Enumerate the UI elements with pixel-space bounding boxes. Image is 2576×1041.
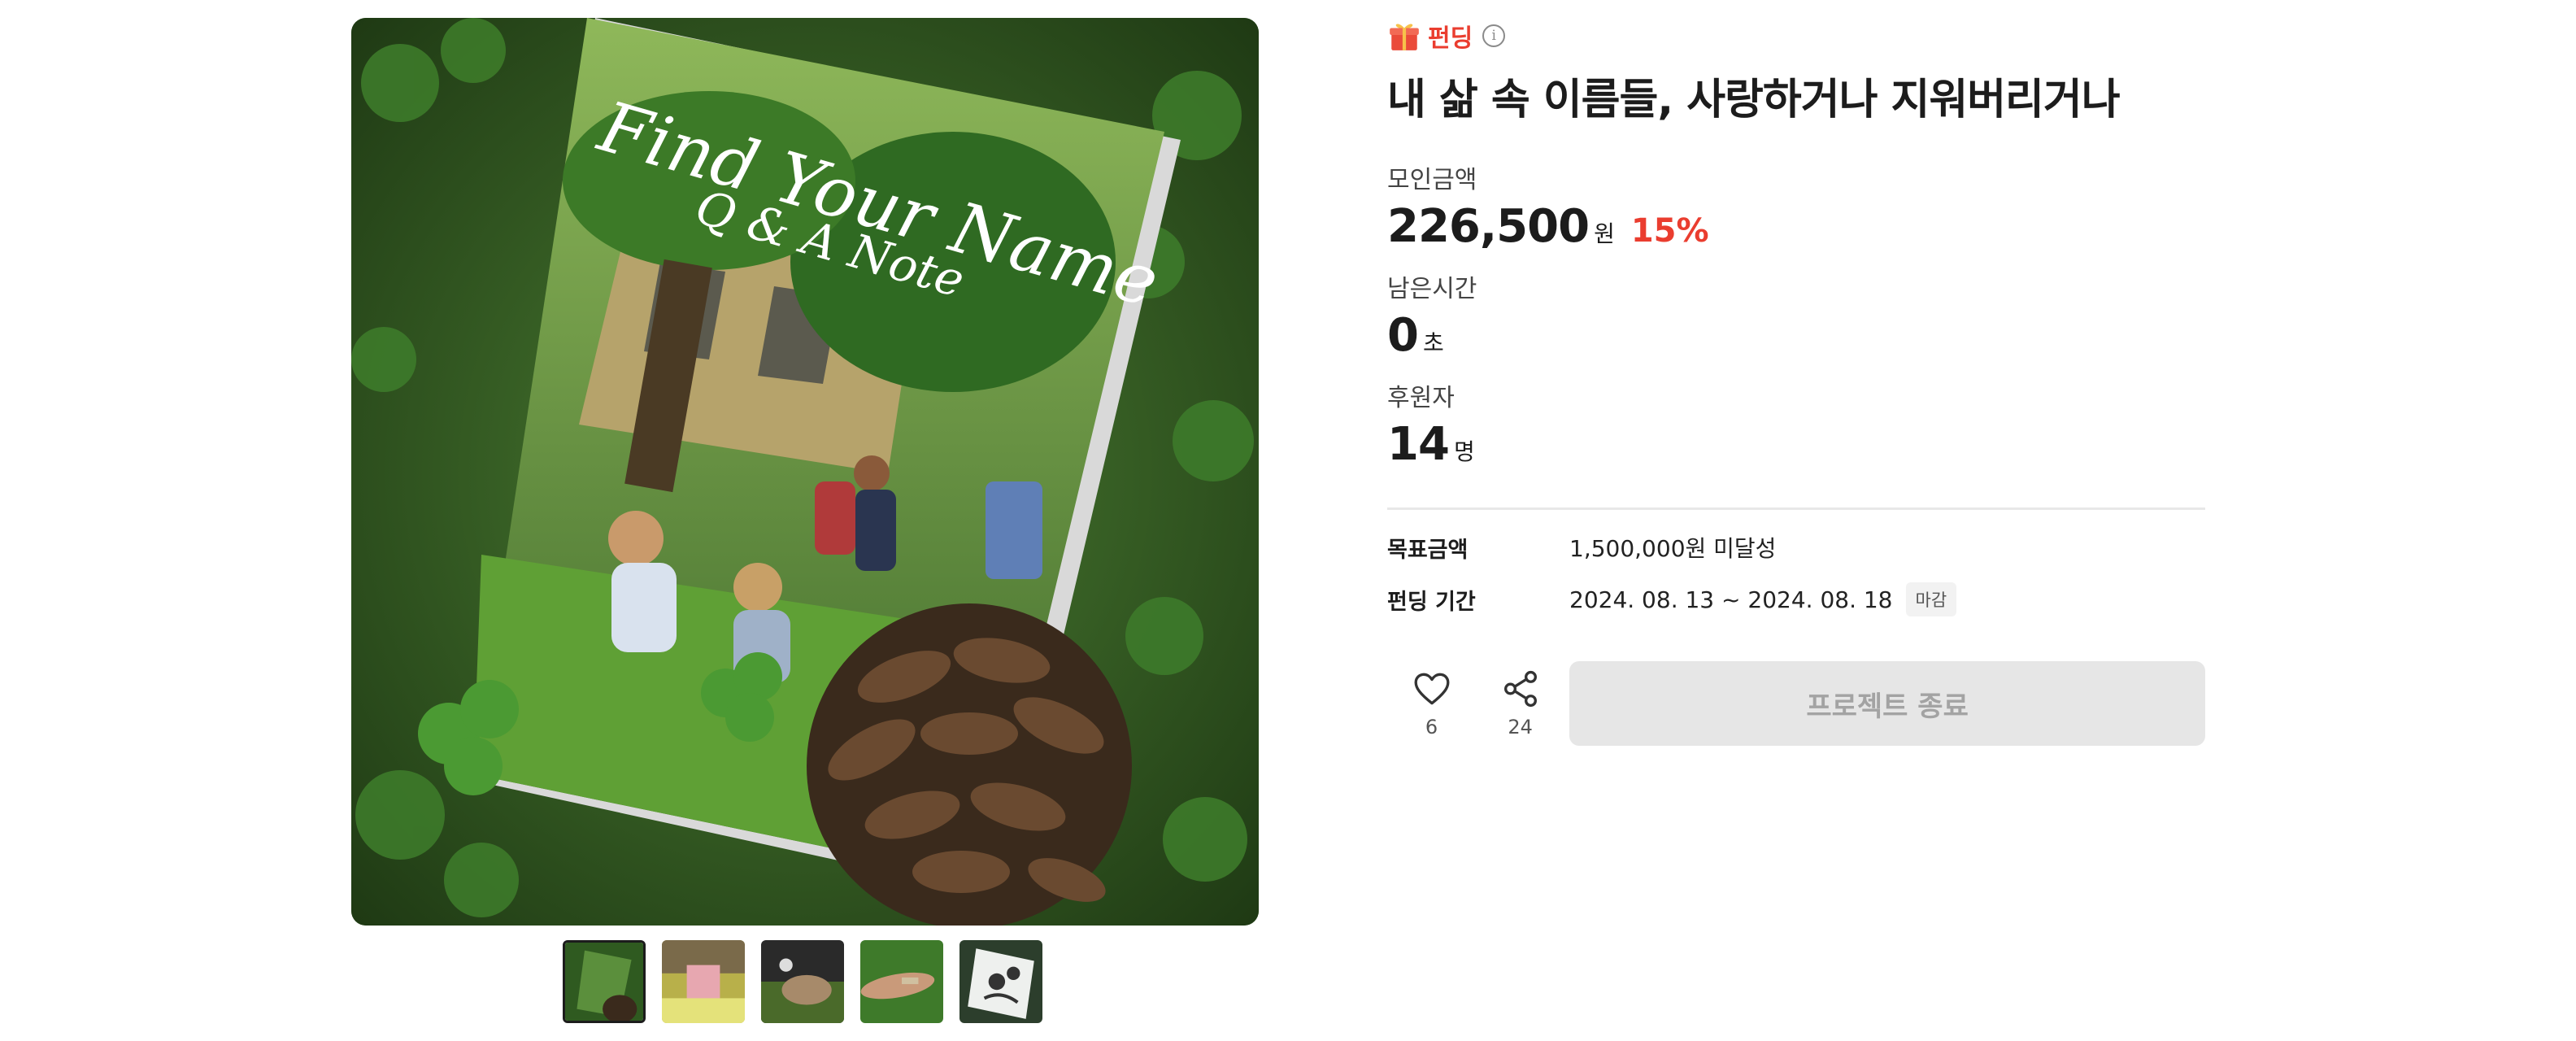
- goal-amount-row: 목표금액 1,500,000원 미달성: [1387, 521, 2205, 573]
- category-row: 펀딩 i: [1387, 18, 2205, 54]
- funding-period-label: 펀딩 기간: [1387, 589, 1476, 615]
- raised-amount-unit: 원: [1594, 220, 1615, 247]
- like-button[interactable]: 6: [1387, 669, 1476, 738]
- backers-label: 후원자: [1387, 384, 1455, 412]
- main-product-image[interactable]: Find Your Name Q & A Note: [351, 18, 1259, 926]
- project-ended-button[interactable]: 프로젝트 종료: [1569, 661, 2205, 746]
- project-detail-page: Find Your Name Q & A Note 펀딩 i 내 삶 속 이름들…: [0, 0, 2576, 1041]
- thumbnail-3[interactable]: [761, 940, 844, 1023]
- closed-badge: 마감: [1905, 582, 1957, 616]
- info-icon[interactable]: i: [1482, 24, 1506, 47]
- backers-value: 14: [1387, 418, 1450, 471]
- heart-icon: [1414, 673, 1450, 705]
- remaining-time-block: 남은시간 0 초: [1387, 273, 2205, 361]
- remaining-time-unit: 초: [1422, 329, 1444, 356]
- raised-amount-block: 모인금액 226,500 원 15%: [1387, 164, 2205, 252]
- backers-unit: 명: [1453, 438, 1475, 465]
- divider: [1387, 507, 2205, 510]
- funding-period-row: 펀딩 기간 2024. 08. 13 ~ 2024. 08. 18 마감: [1387, 573, 2205, 625]
- project-title: 내 삶 속 이름들, 사랑하거나 지워버리거나: [1387, 76, 2121, 124]
- project-info-panel: 펀딩 i 내 삶 속 이름들, 사랑하거나 지워버리거나 모인금액 226,50…: [1387, 18, 2205, 746]
- raised-amount-value: 226,500: [1387, 200, 1590, 253]
- funding-period-value: 2024. 08. 13 ~ 2024. 08. 18: [1569, 586, 1893, 613]
- thumbnail-4[interactable]: [860, 940, 943, 1023]
- action-bar: 6 24 프로젝트 종료: [1387, 661, 2205, 746]
- gift-icon: [1390, 24, 1419, 50]
- thumbnail-image: [565, 943, 643, 1021]
- goal-amount-value: 1,500,000원 미달성: [1569, 535, 1777, 562]
- thumbnail-2[interactable]: [662, 940, 745, 1023]
- thumbnail-strip: [563, 940, 1042, 1023]
- remaining-time-label: 남은시간: [1387, 275, 1477, 303]
- share-button[interactable]: 24: [1476, 669, 1564, 738]
- thumbnail-1[interactable]: [563, 940, 646, 1023]
- goal-amount-label: 목표금액: [1387, 537, 1469, 563]
- remaining-time-value: 0: [1387, 309, 1419, 362]
- achievement-rate: 15%: [1630, 212, 1709, 250]
- raised-amount-label: 모인금액: [1387, 166, 1477, 194]
- thumbnail-image: [959, 940, 1042, 1023]
- backers-block: 후원자 14 명: [1387, 382, 2205, 470]
- thumbnail-image: [662, 940, 745, 1023]
- thumbnail-5[interactable]: [959, 940, 1042, 1023]
- like-count: 6: [1425, 716, 1438, 738]
- share-icon: [1503, 670, 1537, 708]
- thumbnail-image: [860, 940, 943, 1023]
- share-count: 24: [1508, 716, 1533, 738]
- book-cover-photo: Find Your Name Q & A Note: [351, 18, 1259, 926]
- thumbnail-image: [761, 940, 844, 1023]
- category-label: 펀딩: [1428, 24, 1473, 53]
